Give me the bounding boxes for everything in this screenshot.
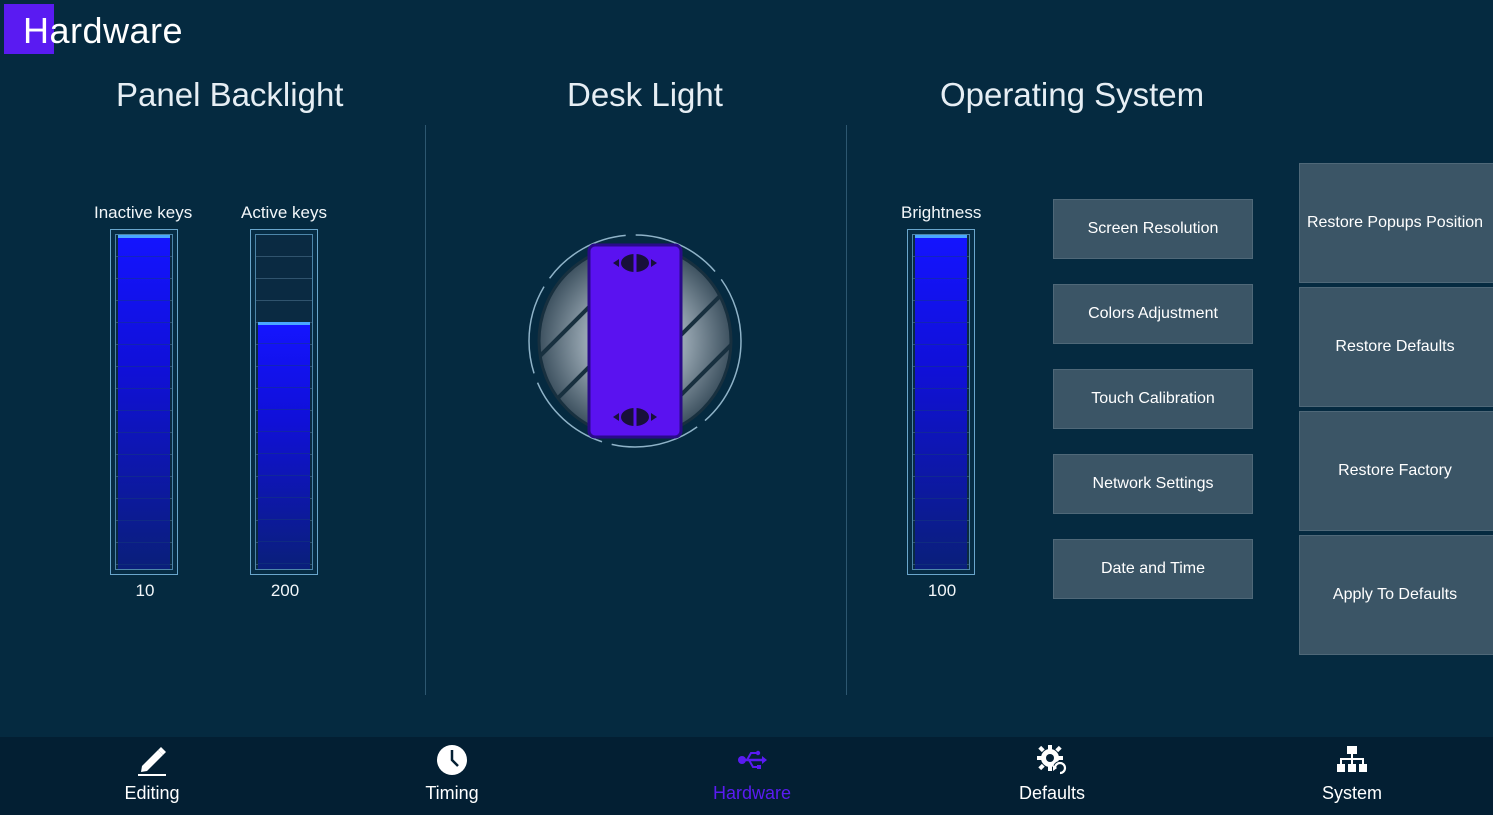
usb-icon bbox=[738, 750, 767, 769]
section-divider bbox=[425, 125, 426, 695]
colors-adjustment-button[interactable]: Colors Adjustment bbox=[1053, 284, 1253, 344]
inactive-keys-value: 10 bbox=[135, 581, 155, 600]
slider-fill bbox=[118, 235, 170, 569]
active-keys-value: 200 bbox=[270, 581, 300, 600]
section-divider bbox=[846, 125, 847, 695]
network-settings-button[interactable]: Network Settings bbox=[1053, 454, 1253, 514]
page-title: Hardware bbox=[23, 10, 184, 51]
restore-defaults-button[interactable]: Restore Defaults bbox=[1299, 287, 1493, 407]
nav-defaults[interactable]: Defaults bbox=[952, 737, 1152, 815]
brightness-value: 100 bbox=[927, 581, 957, 600]
date-and-time-button[interactable]: Date and Time bbox=[1053, 539, 1253, 599]
inactive-keys-label: Inactive keys bbox=[94, 203, 193, 222]
desk-light-title: Desk Light bbox=[567, 76, 723, 113]
active-keys-label: Active keys bbox=[241, 203, 327, 222]
gear-refresh-icon bbox=[1037, 745, 1067, 775]
pencil-icon bbox=[138, 747, 166, 776]
clock-icon bbox=[437, 745, 467, 775]
network-hierarchy-icon bbox=[1337, 746, 1367, 772]
screen-resolution-button[interactable]: Screen Resolution bbox=[1053, 199, 1253, 259]
slider-fill bbox=[915, 235, 967, 569]
apply-to-defaults-button[interactable]: Apply To Defaults bbox=[1299, 535, 1493, 655]
nav-timing[interactable]: Timing bbox=[352, 737, 552, 815]
nav-label: System bbox=[1321, 783, 1382, 803]
bottom-nav: Editing Timing Hardware Defaults System bbox=[0, 737, 1493, 815]
restore-popups-position-button[interactable]: Restore Popups Position bbox=[1299, 163, 1493, 283]
panel-backlight-title: Panel Backlight bbox=[116, 76, 344, 113]
slider-fill bbox=[258, 321, 310, 569]
active-keys-slider[interactable] bbox=[250, 229, 318, 575]
nav-label: Timing bbox=[425, 783, 479, 803]
nav-label: Defaults bbox=[1018, 783, 1086, 803]
nav-editing[interactable]: Editing bbox=[52, 737, 252, 815]
operating-system-title: Operating System bbox=[940, 76, 1205, 113]
desk-light-toggle-icon bbox=[528, 234, 742, 448]
restore-factory-button[interactable]: Restore Factory bbox=[1299, 411, 1493, 531]
nav-hardware[interactable]: Hardware bbox=[652, 737, 852, 815]
nav-system[interactable]: System bbox=[1252, 737, 1452, 815]
nav-label: Hardware bbox=[712, 783, 792, 803]
nav-label: Editing bbox=[124, 783, 180, 803]
brightness-slider[interactable] bbox=[907, 229, 975, 575]
inactive-keys-slider[interactable] bbox=[110, 229, 178, 575]
desk-light-toggle[interactable] bbox=[525, 231, 745, 451]
brightness-label: Brightness bbox=[901, 203, 982, 222]
touch-calibration-button[interactable]: Touch Calibration bbox=[1053, 369, 1253, 429]
